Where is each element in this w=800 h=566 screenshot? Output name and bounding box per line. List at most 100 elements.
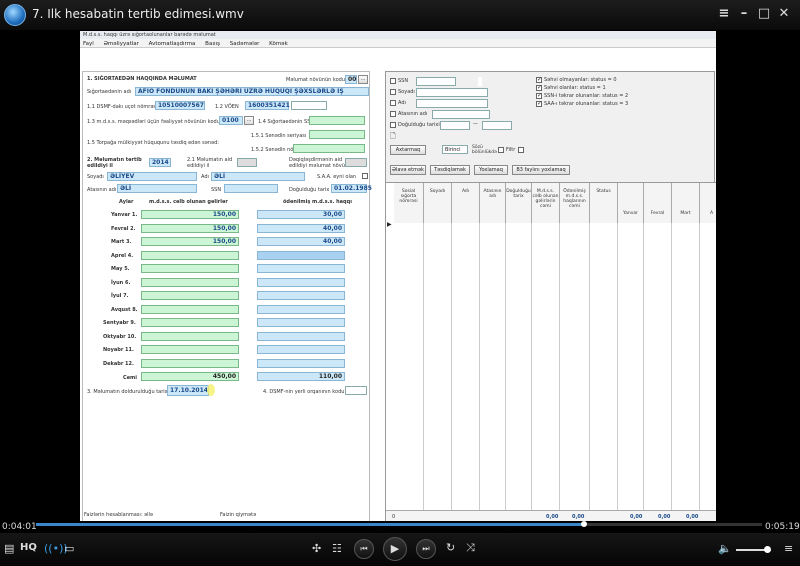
father-field[interactable]: ƏLİ: [117, 184, 197, 193]
video-frame[interactable]: M.d.s.s. haqqı üzrə sığortaolunanlar bar…: [80, 31, 716, 521]
grid-column-header[interactable]: Status: [590, 183, 618, 223]
filter-field-end[interactable]: [482, 121, 512, 130]
status-checkbox[interactable]: [536, 84, 542, 91]
month-income-field[interactable]: 150,00: [141, 223, 239, 233]
add-button[interactable]: Əlavə etmək: [390, 165, 426, 175]
month-income-field[interactable]: [141, 250, 239, 260]
month-paid-field[interactable]: 30,00: [257, 210, 345, 219]
repeat-icon[interactable]: ↻: [446, 541, 455, 554]
doc-type-field[interactable]: 00: [345, 75, 357, 84]
maximize-button[interactable]: □: [756, 6, 772, 21]
filter-checkbox[interactable]: [390, 122, 396, 128]
filter-field[interactable]: [416, 99, 488, 108]
month-income-field[interactable]: 150,00: [141, 210, 239, 219]
doc-series-field[interactable]: [309, 130, 365, 139]
month-paid-field[interactable]: 40,00: [257, 237, 345, 246]
menu-operations[interactable]: Əməliyyatlar: [104, 41, 139, 47]
subtitle-icon[interactable]: ▭: [64, 542, 74, 555]
menu-file[interactable]: Fayl: [83, 41, 94, 47]
filter-checkbox[interactable]: [518, 147, 524, 153]
month-paid-field[interactable]: 40,00: [257, 223, 345, 233]
voen-field[interactable]: 1600351421: [245, 101, 290, 110]
library-icon[interactable]: ▤: [4, 542, 14, 555]
filter-field[interactable]: [432, 110, 490, 119]
birth-field[interactable]: 01.02.1985: [331, 184, 372, 193]
filter-checkbox[interactable]: [390, 78, 396, 84]
records-grid[interactable]: Sosial sığorta nömrəsi Soyadı Adı Atasının …: [386, 182, 716, 521]
mdss-picker[interactable]: ···: [244, 116, 254, 125]
seek-handle[interactable]: [581, 521, 588, 527]
dsmf-code-field[interactable]: [345, 386, 367, 395]
same-saa-checkbox[interactable]: [362, 173, 368, 179]
grid-column-header[interactable]: Sosial sığorta nömrəsi: [394, 183, 424, 223]
month-income-field[interactable]: [141, 304, 239, 314]
filter-checkbox[interactable]: [390, 89, 396, 95]
playlist-icon[interactable]: ≡: [716, 6, 732, 21]
grid-column-header[interactable]: Yanvar: [618, 183, 644, 223]
hq-toggle[interactable]: HQ: [20, 542, 37, 553]
filter-checkbox[interactable]: [390, 111, 396, 117]
next-button[interactable]: ⏭: [416, 539, 436, 559]
play-button[interactable]: ▶: [383, 537, 407, 561]
month-paid-field[interactable]: [257, 358, 345, 368]
dsmf-field[interactable]: 10510007567: [155, 101, 205, 110]
month-income-field[interactable]: [141, 277, 239, 287]
ssn-field[interactable]: [309, 116, 365, 125]
month-paid-field[interactable]: [257, 277, 345, 287]
clarify-field[interactable]: [345, 158, 367, 167]
insurer-field[interactable]: AFİO FONDUNUN BAKI ŞƏHƏRİ ÜZRƏ HÜQUQİ ŞƏ…: [135, 87, 369, 96]
grid-column-header[interactable]: Ödənilmiş m.d.s.s. haqlarının cəmi: [560, 183, 590, 223]
document-icon[interactable]: 🗋: [390, 132, 396, 143]
doc-number-field[interactable]: [293, 144, 365, 153]
b3-check-button[interactable]: B3 faylını yoxlamaq: [512, 165, 570, 175]
ssn2-field[interactable]: [224, 184, 278, 193]
month-income-field[interactable]: [141, 331, 239, 341]
name-field[interactable]: ƏLİ: [211, 172, 305, 181]
grid-column-header[interactable]: Doğulduğu tarix: [506, 183, 532, 223]
month-paid-field[interactable]: [257, 250, 345, 260]
accounting-year-field[interactable]: [237, 158, 257, 167]
month-income-field[interactable]: [141, 291, 239, 300]
month-income-field[interactable]: [141, 345, 239, 354]
menu-icon[interactable]: ≡: [784, 542, 793, 555]
grid-column-header[interactable]: Fevral: [644, 183, 672, 223]
volume-handle[interactable]: [764, 546, 771, 553]
grid-column-header[interactable]: M.d.s.s. cəlb olunan gəlirlərin cəmi: [532, 183, 560, 223]
surname-field[interactable]: ƏLİYEV: [107, 172, 197, 181]
status-checkbox[interactable]: [536, 100, 542, 107]
previous-button[interactable]: ⏮: [354, 539, 374, 559]
filter-field[interactable]: [416, 77, 456, 86]
close-button[interactable]: ✕: [776, 6, 792, 21]
status-checkbox[interactable]: [536, 76, 542, 83]
grid-column-header[interactable]: Mart: [672, 183, 700, 223]
volume-icon[interactable]: 🔈: [718, 542, 732, 555]
search-button[interactable]: Axtarmaq: [390, 145, 426, 155]
menu-automation[interactable]: Avtomatlaşdırma: [149, 41, 196, 47]
seek-bar[interactable]: [36, 521, 762, 527]
month-paid-field[interactable]: [257, 291, 345, 300]
month-income-field[interactable]: 150,00: [141, 237, 239, 246]
month-paid-field[interactable]: [257, 304, 345, 314]
month-income-field[interactable]: [141, 318, 239, 327]
filter-field[interactable]: [440, 121, 470, 130]
menu-simple[interactable]: Sadəmələr: [230, 41, 260, 47]
menu-help[interactable]: Kömək: [269, 41, 288, 47]
menu-view[interactable]: Baxış: [205, 41, 220, 47]
shuffle-icon[interactable]: ⤨: [466, 541, 475, 555]
grid-column-header[interactable]: Atasının adı: [480, 183, 506, 223]
filter-checkbox[interactable]: [390, 100, 396, 106]
status-checkbox[interactable]: [536, 92, 542, 99]
grid-column-header[interactable]: A: [700, 183, 716, 223]
confirm-button[interactable]: Təsdiqləmək: [430, 165, 470, 175]
first-select[interactable]: Birinci: [442, 145, 468, 154]
month-paid-field[interactable]: [257, 264, 345, 273]
date-field[interactable]: 17.10.2014: [167, 385, 209, 396]
filter-field[interactable]: [416, 88, 488, 97]
month-paid-field[interactable]: [257, 318, 345, 327]
equalizer-icon[interactable]: ☷: [332, 542, 342, 555]
doc-type-picker[interactable]: ···: [358, 75, 368, 84]
month-paid-field[interactable]: [257, 345, 345, 354]
grid-column-header[interactable]: Soyadı: [424, 183, 452, 223]
month-paid-field[interactable]: [257, 331, 345, 341]
month-income-field[interactable]: [141, 358, 239, 368]
